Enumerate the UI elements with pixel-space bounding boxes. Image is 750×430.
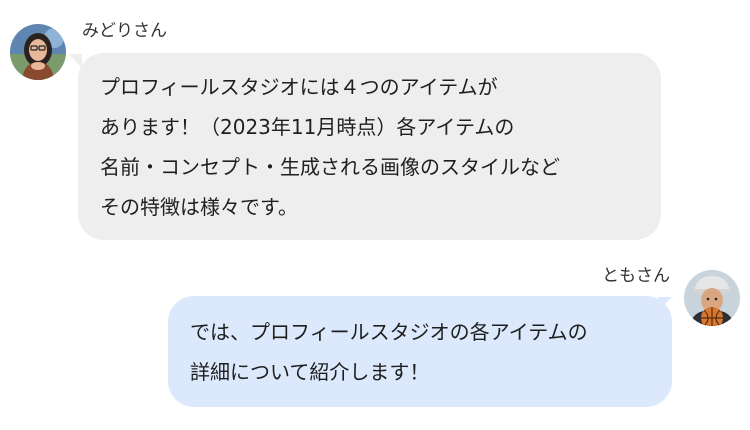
message-line: あります！（2023年11月時点）各アイテムの xyxy=(100,115,515,139)
person-photo-icon xyxy=(684,270,740,326)
bubble-tail xyxy=(68,54,82,68)
message-line: その特徴は様々です。 xyxy=(100,195,298,219)
sender-name: ともさん xyxy=(602,266,670,286)
person-photo-icon xyxy=(10,24,66,80)
message-line: 名前・コンセプト・生成される画像のスタイルなど xyxy=(100,155,560,179)
message-line: では、プロフィールスタジオの各アイテムの xyxy=(190,320,588,344)
sender-name: みどりさん xyxy=(82,21,167,41)
tomo-avatar[interactable] xyxy=(684,270,740,326)
midori-avatar[interactable] xyxy=(10,24,66,80)
message-line: 詳細について紹介します！ xyxy=(190,360,430,384)
message-line: プロフィールスタジオには４つのアイテムが xyxy=(100,75,498,99)
message-bubble: では、プロフィールスタジオの各アイテムの 詳細について紹介します！ xyxy=(168,296,672,407)
message-bubble: プロフィールスタジオには４つのアイテムが あります！（2023年11月時点）各ア… xyxy=(78,53,661,240)
chat-conversation: みどりさん プロフィールスタジオには４つのアイテムが あります！（2023年11… xyxy=(0,0,750,430)
